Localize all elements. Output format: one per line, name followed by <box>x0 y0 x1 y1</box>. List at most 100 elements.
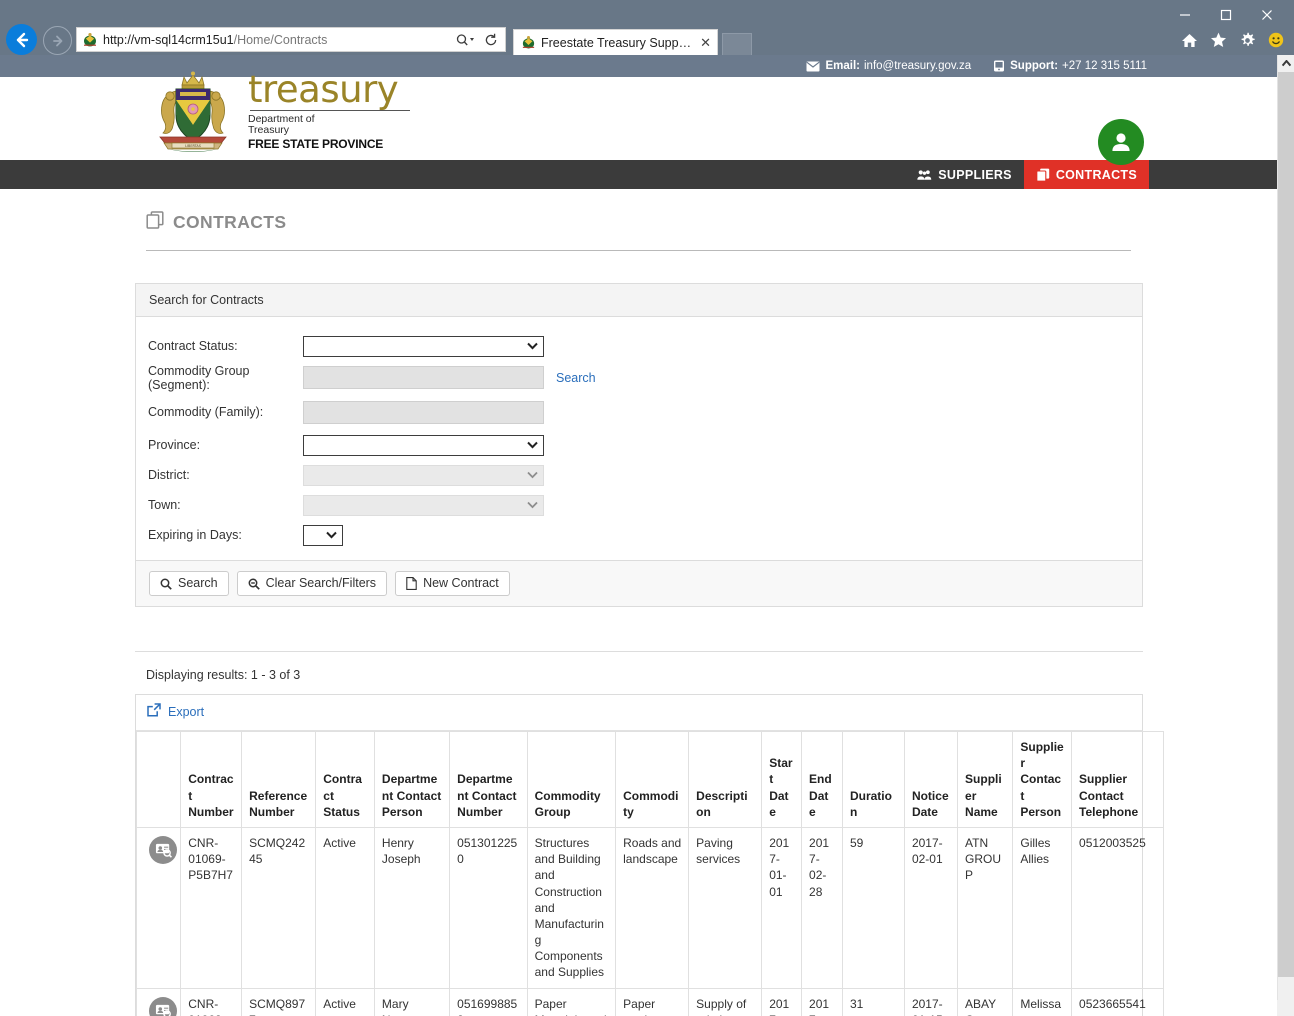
field-row-town: Town: <box>148 490 1142 520</box>
cell-commodity: Paper products <box>615 987 690 1016</box>
cell-supplier-contact-telephone: 0512003525 <box>1071 826 1164 989</box>
cell-contract-status: Active <box>315 826 375 989</box>
town-label: Town: <box>148 498 181 512</box>
col-reference-number[interactable]: Reference Number <box>241 731 317 828</box>
field-row-commodity-family: Commodity (Family): <box>148 394 1142 430</box>
col-contract-number[interactable]: Contract Number <box>180 731 243 828</box>
browser-tab[interactable]: Freestate Treasury Supplier ... ✕ <box>513 29 718 55</box>
col-supplier-contact-person[interactable]: Supplier Contact Person <box>1012 731 1073 828</box>
tab-favicon <box>521 35 536 50</box>
contact-details-icon[interactable] <box>149 996 177 1016</box>
support-label: Support: <box>1010 60 1059 72</box>
vertical-scrollbar-thumb[interactable] <box>1278 72 1294 977</box>
treasury-logo: LIBERTAS treasury Department of Treasury… <box>146 69 410 155</box>
col-duration[interactable]: Duration <box>841 731 905 828</box>
nav-item-suppliers[interactable]: SUPPLIERS <box>905 160 1024 189</box>
field-row-district: District: <box>148 460 1142 490</box>
page-title-icon <box>146 211 164 234</box>
close-button[interactable] <box>1247 2 1287 28</box>
user-avatar-button[interactable] <box>1098 119 1144 165</box>
col-commodity[interactable]: Commodity <box>615 731 690 828</box>
search-button[interactable]: Search <box>149 571 229 596</box>
cell-duration: 31 <box>841 987 905 1016</box>
cell-end-date: 2017-02-28 <box>801 826 843 989</box>
phone-icon <box>993 60 1005 72</box>
commodity-family-input[interactable] <box>303 400 544 424</box>
expiring-days-select[interactable] <box>303 524 343 546</box>
cell-contract-status: Active <box>315 987 375 1016</box>
new-contract-button-label: New Contract <box>423 576 499 591</box>
cell-commodity-group: Paper Materials and Products <box>526 987 617 1016</box>
clear-filters-button[interactable]: Clear Search/Filters <box>236 571 388 596</box>
col-supplier-name[interactable]: Supplier Name <box>957 731 1014 828</box>
province-select[interactable] <box>303 434 544 456</box>
back-button[interactable] <box>6 24 37 55</box>
email-contact: Email: info@treasury.gov.za <box>806 60 971 72</box>
col-supplier-contact-telephone[interactable]: Supplier Contact Telephone <box>1071 731 1164 828</box>
tab-close-icon[interactable]: ✕ <box>700 36 711 49</box>
cell-notice-date: 2017-02-01 <box>903 826 959 989</box>
cell-department-contact-person: Mary Ngoma <box>373 987 451 1016</box>
field-row-province: Province: <box>148 430 1142 460</box>
nav-item-contracts[interactable]: CONTRACTS <box>1023 160 1149 189</box>
page-viewport: Email: info@treasury.gov.za Support: +27… <box>0 55 1277 1016</box>
district-select[interactable] <box>303 464 544 486</box>
export-button[interactable]: Export <box>147 703 204 720</box>
brand-sub-line2: Treasury <box>248 124 290 137</box>
scroll-up-arrow-icon[interactable] <box>1278 55 1294 72</box>
col-department-contact-number[interactable]: Department Contact Number <box>449 731 528 828</box>
nav-item-contracts-label: CONTRACTS <box>1055 167 1137 182</box>
scrollbar-corner <box>1277 1000 1294 1016</box>
maximize-button[interactable] <box>1206 2 1246 28</box>
users-icon <box>917 169 932 181</box>
table-header-row: Contract Number Reference Number Contrac… <box>135 731 1164 828</box>
col-notice-date[interactable]: Notice Date <box>903 731 959 828</box>
home-icon[interactable] <box>1181 33 1198 48</box>
browser-window: http://vm-sql14crm15u1/Home/Contracts Fr… <box>0 0 1294 1016</box>
col-department-contact-person[interactable]: Department Contact Person <box>373 731 451 828</box>
table-row[interactable]: CNR-01068-Q0C2B9 SCMQ8977 Active Mary Ng… <box>135 987 1164 1016</box>
contract-status-select[interactable] <box>303 335 544 357</box>
cell-end-date: 2017-01-31 <box>801 987 843 1016</box>
col-contract-status[interactable]: Contract Status <box>315 731 375 828</box>
col-start-date[interactable]: Start Date <box>761 731 803 828</box>
brand-wordmark: treasury Department of Treasury FREE STA… <box>248 71 410 152</box>
results-divider <box>135 651 1143 652</box>
smiley-icon[interactable] <box>1268 32 1284 48</box>
cell-supplier-name: ABAYO TRADING <box>957 987 1014 1016</box>
cell-notice-date: 2017-01-15 <box>903 987 959 1016</box>
results-section: Displaying results: 1 - 3 of 3 Export Co… <box>135 651 1164 1016</box>
minimize-button[interactable] <box>1165 2 1205 28</box>
row-action-cell[interactable] <box>135 987 182 1016</box>
table-row[interactable]: CNR-01069-P5B7H7 SCMQ24245 Active Henry … <box>135 826 1164 989</box>
expiring-days-label: Expiring in Days: <box>148 528 242 542</box>
page-header: CONTRACTS <box>146 211 1131 251</box>
col-end-date[interactable]: End Date <box>801 731 843 828</box>
col-commodity-group[interactable]: Commodity Group <box>526 731 617 828</box>
forward-button[interactable] <box>43 26 72 55</box>
vertical-scrollbar[interactable] <box>1277 55 1294 1000</box>
contact-details-icon[interactable] <box>149 835 177 864</box>
settings-gear-icon[interactable] <box>1239 32 1256 49</box>
search-dropdown-icon[interactable] <box>456 33 478 47</box>
address-bar[interactable]: http://vm-sql14crm15u1/Home/Contracts <box>76 27 506 52</box>
commodity-family-label: Commodity (Family): <box>148 405 264 419</box>
search-panel: Search for Contracts Contract Status: Co… <box>135 283 1143 607</box>
external-link-icon <box>147 703 161 720</box>
favorites-star-icon[interactable] <box>1210 32 1227 48</box>
coat-of-arms-icon: LIBERTAS <box>146 69 240 155</box>
cell-reference-number: SCMQ8977 <box>241 987 317 1016</box>
town-select[interactable] <box>303 494 544 516</box>
email-value: info@treasury.gov.za <box>864 60 972 72</box>
cell-reference-number: SCMQ24245 <box>241 826 317 989</box>
cell-start-date: 2017-01-01 <box>761 826 803 989</box>
row-action-cell[interactable] <box>135 826 182 989</box>
refresh-icon[interactable] <box>484 33 498 47</box>
new-tab-button[interactable] <box>722 33 752 55</box>
commodity-group-search-link[interactable]: Search <box>556 371 596 385</box>
col-description[interactable]: Description <box>688 731 763 828</box>
commodity-group-input[interactable] <box>303 366 544 389</box>
new-contract-button[interactable]: New Contract <box>395 571 510 596</box>
cell-supplier-contact-person: Melissa <box>1012 987 1073 1016</box>
col-row-action[interactable] <box>135 731 182 828</box>
